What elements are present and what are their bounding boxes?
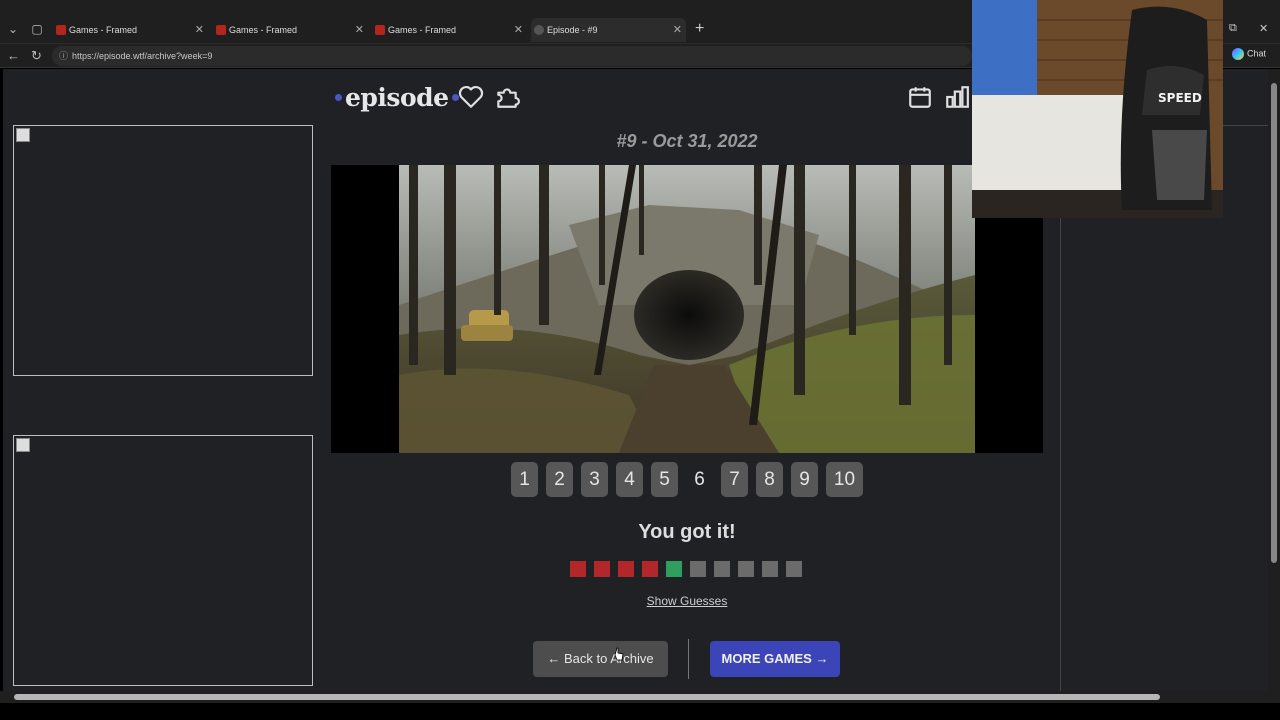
bottom-edge xyxy=(0,703,1280,720)
movie-still-image xyxy=(399,165,975,453)
guess-button-5[interactable]: 5 xyxy=(651,462,678,497)
broken-image-icon xyxy=(16,438,30,452)
webcam-image xyxy=(972,0,1223,218)
mouse-cursor-icon xyxy=(614,647,624,661)
broken-image-icon xyxy=(16,128,30,142)
puzzle-icon[interactable] xyxy=(494,84,520,115)
guess-button-7[interactable]: 7 xyxy=(721,462,748,497)
new-tab-icon[interactable]: + xyxy=(695,20,704,38)
chat-label: Chat xyxy=(1247,48,1267,59)
chair-logo-text: SPEED xyxy=(1158,91,1202,105)
result-message: You got it! xyxy=(638,521,736,543)
framed-favicon-icon xyxy=(216,25,226,35)
tab-close-icon[interactable]: ✕ xyxy=(195,18,204,42)
tab-close-icon[interactable]: ✕ xyxy=(514,18,523,42)
guess-button-2[interactable]: 2 xyxy=(546,462,573,497)
back-to-archive-button[interactable]: ← Back to Archive xyxy=(533,641,668,677)
result-square-2 xyxy=(594,561,610,577)
guess-button-9[interactable]: 9 xyxy=(791,462,818,497)
guess-button-3[interactable]: 3 xyxy=(581,462,608,497)
episode-favicon-icon xyxy=(534,25,544,35)
guess-button-10[interactable]: 10 xyxy=(826,462,863,497)
result-squares xyxy=(570,561,802,577)
result-square-3 xyxy=(618,561,634,577)
tab-label: Games - Framed xyxy=(388,25,457,35)
webcam-overlay: SPEED xyxy=(972,0,1223,218)
more-games-button[interactable]: MORE GAMES → xyxy=(710,641,840,677)
guess-button-6[interactable]: 6 xyxy=(686,462,713,497)
brand-name: episode xyxy=(345,82,449,112)
result-square-9 xyxy=(762,561,778,577)
result-square-8 xyxy=(738,561,754,577)
tab-label: Games - Framed xyxy=(229,25,298,35)
back-icon[interactable]: ← xyxy=(7,48,20,63)
restore-window-icon[interactable]: ⧉ xyxy=(1229,22,1237,35)
vertical-scroll-thumb[interactable] xyxy=(1271,83,1277,563)
ad-slot-bottom[interactable] xyxy=(13,435,313,686)
tab-games-framed-1[interactable]: Games - Framed ✕ xyxy=(53,18,208,42)
heart-icon[interactable] xyxy=(458,85,484,114)
tab-label: Games - Framed xyxy=(69,25,138,35)
puzzle-title: #9 - Oct 31, 2022 xyxy=(616,131,758,151)
site-info-icon[interactable]: ⓘ xyxy=(59,46,68,66)
site-logo[interactable]: episode xyxy=(335,79,459,115)
horizontal-scroll-thumb[interactable] xyxy=(14,694,1160,700)
button-divider xyxy=(688,639,689,679)
result-square-7 xyxy=(714,561,730,577)
screenshot-frame xyxy=(331,165,1043,453)
tab-label: Episode - #9 xyxy=(547,25,598,35)
calendar-icon[interactable] xyxy=(907,84,933,115)
guess-button-8[interactable]: 8 xyxy=(756,462,783,497)
result-square-4 xyxy=(642,561,658,577)
guess-button-4[interactable]: 4 xyxy=(616,462,643,497)
url-text: https://episode.wtf/archive?week=9 xyxy=(72,51,213,61)
reload-icon[interactable]: ↻ xyxy=(31,48,42,64)
ad-slot-top[interactable] xyxy=(13,125,313,376)
tab-games-framed-2[interactable]: Games - Framed ✕ xyxy=(213,18,368,42)
copilot-icon xyxy=(1232,48,1244,60)
workspaces-icon[interactable]: ▢ xyxy=(28,20,46,38)
result-square-6 xyxy=(690,561,706,577)
tab-close-icon[interactable]: ✕ xyxy=(673,18,682,42)
result-square-1 xyxy=(570,561,586,577)
tab-list-chevron-icon[interactable]: ⌄ xyxy=(4,20,22,38)
logo-dot-left xyxy=(335,93,342,101)
url-input[interactable]: ⓘ https://episode.wtf/archive?week=9 xyxy=(52,46,972,66)
framed-favicon-icon xyxy=(56,25,66,35)
horizontal-scrollbar[interactable] xyxy=(0,691,1280,703)
tab-close-icon[interactable]: ✕ xyxy=(355,18,364,42)
copilot-chat-button[interactable]: Chat xyxy=(1232,48,1266,60)
framed-favicon-icon xyxy=(375,25,385,35)
tab-games-framed-3[interactable]: Games - Framed ✕ xyxy=(372,18,527,42)
close-window-icon[interactable]: ✕ xyxy=(1259,22,1268,35)
vertical-scrollbar[interactable] xyxy=(1268,69,1280,691)
result-square-5 xyxy=(666,561,682,577)
stats-icon[interactable] xyxy=(944,84,970,115)
guess-buttons: 1 2 3 4 5 6 7 8 9 10 xyxy=(511,462,863,497)
guess-button-1[interactable]: 1 xyxy=(511,462,538,497)
result-square-10 xyxy=(786,561,802,577)
show-guesses-link[interactable]: Show Guesses xyxy=(331,594,1043,608)
tab-episode-9[interactable]: Episode - #9 ✕ xyxy=(531,18,686,42)
